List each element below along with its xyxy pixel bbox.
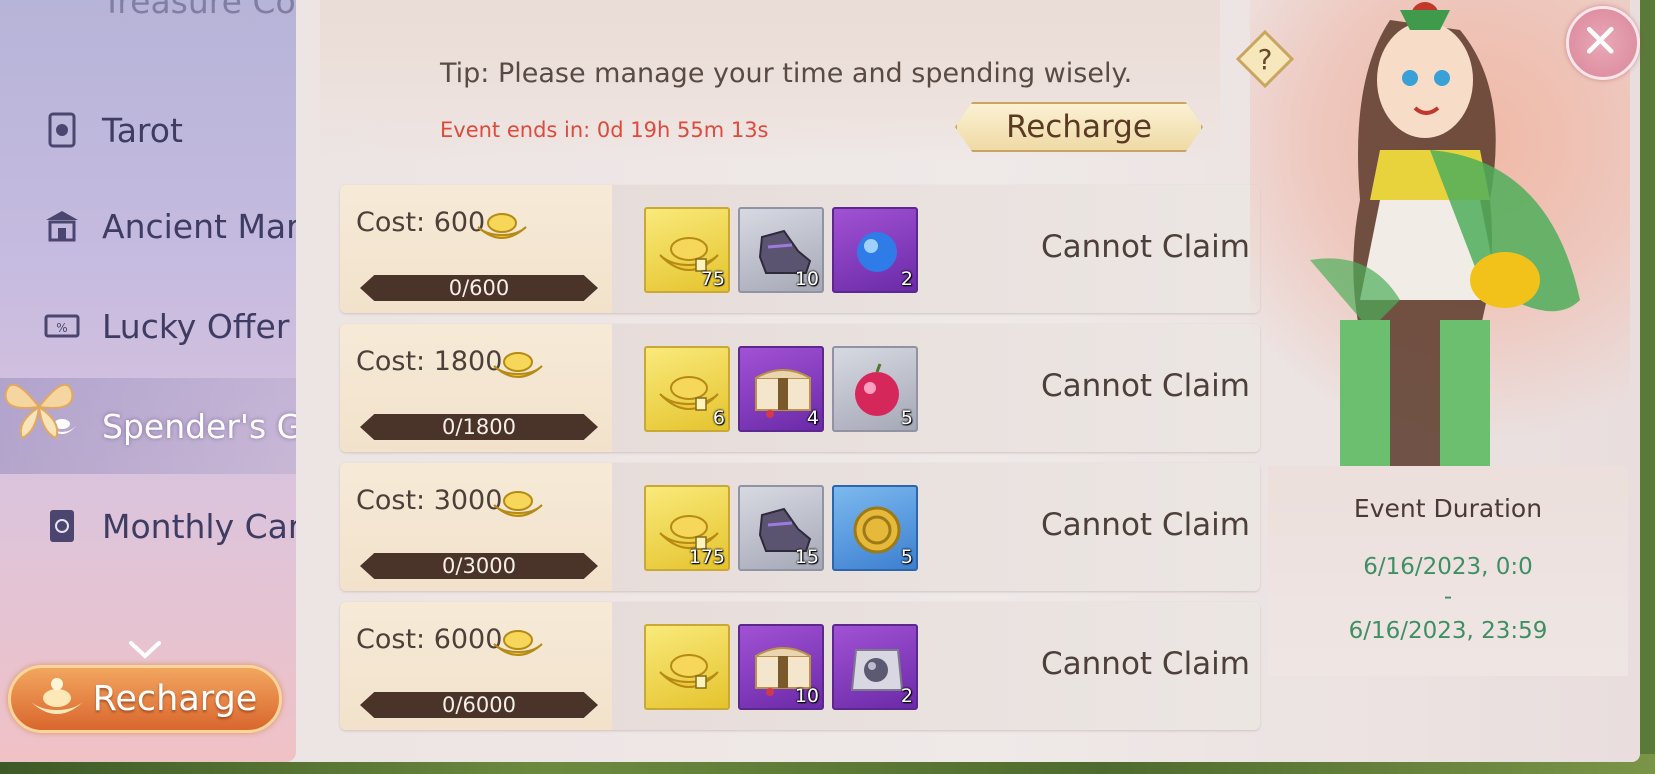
reward-tier-row: Cost: 1800 0/1800 6 4 5 Cannot Claim	[340, 324, 1260, 452]
gold-ingot-icon	[493, 630, 543, 656]
help-button[interactable]: ?	[1235, 29, 1295, 89]
reward-quantity: 175	[688, 546, 725, 568]
reward-item[interactable]: 175	[644, 485, 730, 571]
claim-status-button[interactable]: Cannot Claim	[1041, 368, 1250, 404]
reward-item[interactable]: 6	[644, 346, 730, 432]
event-duration-box: Event Duration 6/16/2023, 0:0 - 6/16/202…	[1268, 466, 1628, 676]
card-icon	[50, 510, 74, 542]
tier-cost: Cost: 1800	[356, 346, 503, 377]
reward-item[interactable]: 2	[832, 624, 918, 710]
close-icon	[1586, 26, 1614, 54]
market-icon	[46, 211, 78, 242]
tier-progress-bar: 0/1800	[360, 414, 598, 440]
sidebar-item-label: Spender's Gift	[102, 406, 296, 446]
sidebar-item-treasure-compass[interactable]: Treasure Compass	[102, 0, 296, 21]
claim-status-button[interactable]: Cannot Claim	[1041, 646, 1250, 682]
tip-text: Tip: Please manage your time and spendin…	[440, 58, 1133, 89]
sidebar-item-ancient-market[interactable]: Ancient Market	[0, 178, 296, 274]
reward-tier-row: Cost: 600 0/600 75 10 2 Cannot Claim	[340, 185, 1260, 313]
tarot-icon	[48, 112, 76, 148]
event-end-date: 6/16/2023, 23:59	[1348, 618, 1548, 644]
reward-quantity: 5	[900, 407, 913, 429]
tier-progress-bar: 0/3000	[360, 553, 598, 579]
recharge-ingot-icon	[31, 678, 83, 714]
reward-tier-row: Cost: 3000 0/3000 175 15 5 Cannot Claim	[340, 463, 1260, 591]
gold-ingot-icon	[493, 491, 543, 517]
reward-item[interactable]: 10	[738, 207, 824, 293]
sidebar-recharge-button[interactable]: Recharge	[8, 665, 282, 733]
reward-item[interactable]: 15	[738, 485, 824, 571]
reward-quantity: 2	[900, 268, 913, 290]
question-icon: ?	[1235, 29, 1295, 89]
sidebar-item-lucky-offer[interactable]: % Lucky Offer	[0, 278, 296, 374]
gold-ingot-icon	[477, 213, 527, 239]
reward-item[interactable]: 10	[738, 624, 824, 710]
tier-cost: Cost: 6000	[356, 624, 503, 655]
event-duration-title: Event Duration	[1353, 494, 1543, 523]
event-start-date: 6/16/2023, 0:0	[1363, 554, 1533, 580]
sidebar-item-label: Ancient Market	[102, 206, 296, 246]
gold-ingot-icon	[493, 352, 543, 378]
reward-quantity: 5	[900, 546, 913, 568]
tier-cost: Cost: 600	[356, 207, 486, 238]
tier-cost-panel: Cost: 3000 0/3000	[340, 463, 612, 591]
reward-item[interactable]: 75	[644, 207, 730, 293]
sidebar-item-label: Tarot	[102, 110, 183, 150]
claim-status-button[interactable]: Cannot Claim	[1041, 507, 1250, 543]
tier-cost-panel: Cost: 6000 0/6000	[340, 602, 612, 730]
sidebar-recharge-label: Recharge	[92, 679, 258, 719]
tier-progress-bar: 0/6000	[360, 692, 598, 718]
claim-status-button[interactable]: Cannot Claim	[1041, 229, 1250, 265]
reward-item[interactable]: 2	[832, 207, 918, 293]
chevron-down-icon[interactable]	[128, 640, 162, 660]
reward-tier-row: Cost: 6000 0/6000 10 2 Cannot Claim	[340, 602, 1260, 730]
sidebar-item-label: Monthly Card	[102, 506, 296, 546]
tier-cost: Cost: 3000	[356, 485, 503, 516]
tier-cost-panel: Cost: 600 0/600	[340, 185, 612, 313]
reward-quantity: 75	[700, 268, 725, 290]
reward-quantity: 15	[794, 546, 819, 568]
reward-item[interactable]: 5	[832, 346, 918, 432]
svg-text:?: ?	[1258, 43, 1273, 76]
reward-quantity: 10	[794, 268, 819, 290]
close-button[interactable]	[1566, 6, 1640, 80]
sidebar-item-label: Lucky Offer	[102, 306, 290, 346]
tier-cost-panel: Cost: 1800 0/1800	[340, 324, 612, 452]
event-countdown: Event ends in: 0d 19h 55m 13s	[440, 118, 769, 142]
tier-progress-bar: 0/600	[360, 275, 598, 301]
sidebar-item-tarot[interactable]: Tarot	[0, 82, 296, 178]
reward-quantity: 4	[806, 407, 819, 429]
reward-item[interactable]	[644, 624, 730, 710]
reward-quantity: 2	[900, 685, 913, 707]
butterfly-icon	[4, 383, 74, 440]
reward-quantity: 10	[794, 685, 819, 707]
reward-item[interactable]: 5	[832, 485, 918, 571]
ticket-icon: %	[44, 314, 80, 338]
svg-text:%: %	[56, 321, 67, 335]
recharge-button[interactable]: Recharge	[955, 102, 1203, 152]
sidebar-item-monthly-card[interactable]: Monthly Card	[0, 478, 296, 574]
reward-quantity: 6	[712, 407, 725, 429]
event-date-separator: -	[1443, 584, 1453, 610]
reward-item[interactable]: 4	[738, 346, 824, 432]
